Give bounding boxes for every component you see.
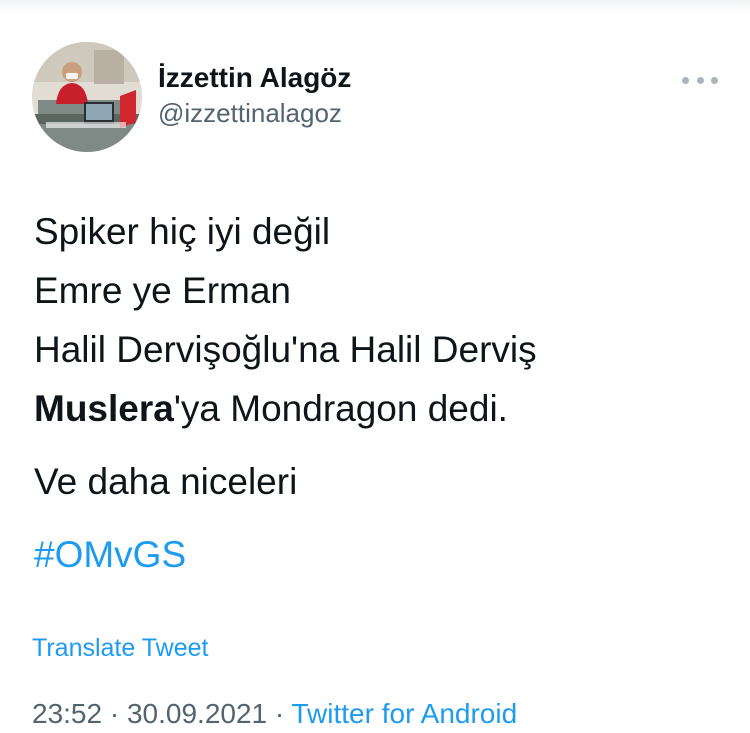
top-edge	[0, 0, 750, 14]
meta-separator: ·	[267, 698, 292, 729]
tweet-source-link[interactable]: Twitter for Android	[292, 698, 518, 729]
hashtag-link[interactable]: #OMvGS	[34, 525, 724, 584]
tweet-date[interactable]: 30.09.2021	[127, 698, 267, 729]
tweet-time[interactable]: 23:52	[32, 698, 102, 729]
translate-tweet-link[interactable]: Translate Tweet	[32, 630, 208, 666]
avatar[interactable]	[32, 42, 142, 152]
tweet-header: İzzettin Alagöz @izzettinalagoz	[32, 42, 722, 152]
tweet-text: Spiker hiç iyi değil Emre ye Erman Halil…	[34, 202, 724, 584]
bold-word: Muslera	[34, 388, 174, 429]
more-horizontal-icon[interactable]	[682, 70, 718, 90]
tweet-line: Muslera'ya Mondragon dedi.	[34, 379, 724, 438]
user-names: İzzettin Alagöz @izzettinalagoz	[158, 60, 351, 130]
tweet-line-rest: 'ya Mondragon dedi.	[173, 388, 508, 429]
tweet-line: Halil Dervişoğlu'na Halil Derviş	[34, 329, 537, 370]
profile-photo	[32, 42, 142, 152]
tweet-line: Spiker hiç iyi değil	[34, 211, 331, 252]
meta-separator: ·	[102, 698, 127, 729]
dot	[711, 76, 718, 84]
tweet-line: Emre ye Erman	[34, 270, 292, 311]
tweet-meta: 23:52 · 30.09.2021 · Twitter for Android	[32, 695, 517, 733]
tweet-paragraph: Ve daha niceleri	[34, 461, 298, 502]
dot	[696, 76, 704, 84]
user-handle[interactable]: @izzettinalagoz	[158, 96, 351, 130]
dot	[682, 76, 689, 84]
display-name[interactable]: İzzettin Alagöz	[158, 60, 351, 96]
